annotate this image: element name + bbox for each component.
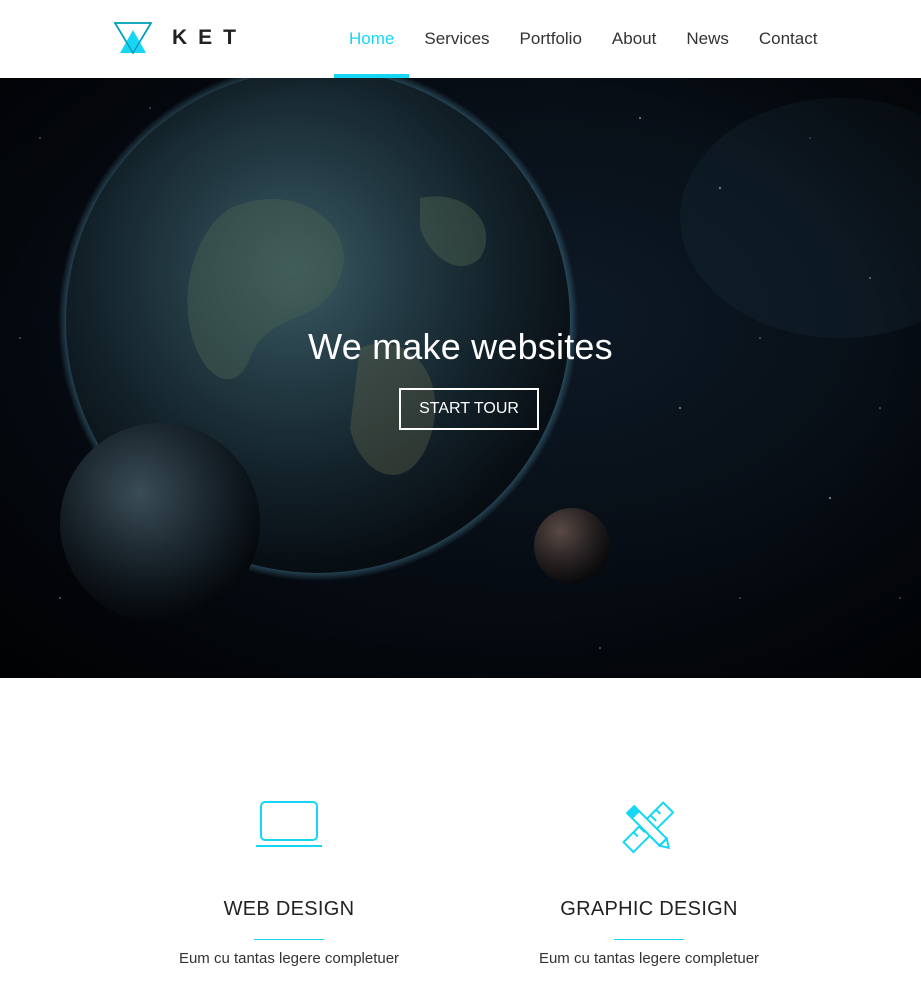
service-description: Eum cu tantas legere completuer bbox=[538, 950, 760, 967]
start-tour-button[interactable]: START TOUR bbox=[399, 388, 539, 430]
brand-name: KET bbox=[172, 26, 247, 49]
triangle-logo-icon bbox=[114, 22, 152, 54]
nav-portfolio[interactable]: Portfolio bbox=[505, 0, 597, 78]
services-section: WEB DESIGN Eum cu tantas legere completu… bbox=[0, 678, 921, 1000]
service-title: GRAPHIC DESIGN bbox=[560, 898, 738, 920]
service-divider bbox=[254, 939, 324, 940]
nav-contact[interactable]: Contact bbox=[744, 0, 833, 78]
logo[interactable]: KET bbox=[114, 22, 247, 54]
nav-services[interactable]: Services bbox=[409, 0, 504, 78]
laptop-icon bbox=[109, 798, 469, 858]
service-title: WEB DESIGN bbox=[223, 898, 355, 920]
site-header: KET Home Services Portfolio About News C… bbox=[0, 0, 921, 78]
nav-about[interactable]: About bbox=[597, 0, 671, 78]
nav-home[interactable]: Home bbox=[334, 0, 410, 78]
nav-news[interactable]: News bbox=[671, 0, 744, 78]
service-divider bbox=[614, 939, 684, 940]
hero-section: We make websites START TOUR bbox=[0, 78, 921, 678]
space-background-image bbox=[0, 78, 921, 678]
hero-title: We make websites bbox=[308, 326, 613, 367]
service-description: Eum cu tantas legere completuer bbox=[178, 950, 400, 967]
main-nav: Home Services Portfolio About News Conta… bbox=[334, 0, 832, 78]
pencil-ruler-icon bbox=[469, 798, 829, 858]
